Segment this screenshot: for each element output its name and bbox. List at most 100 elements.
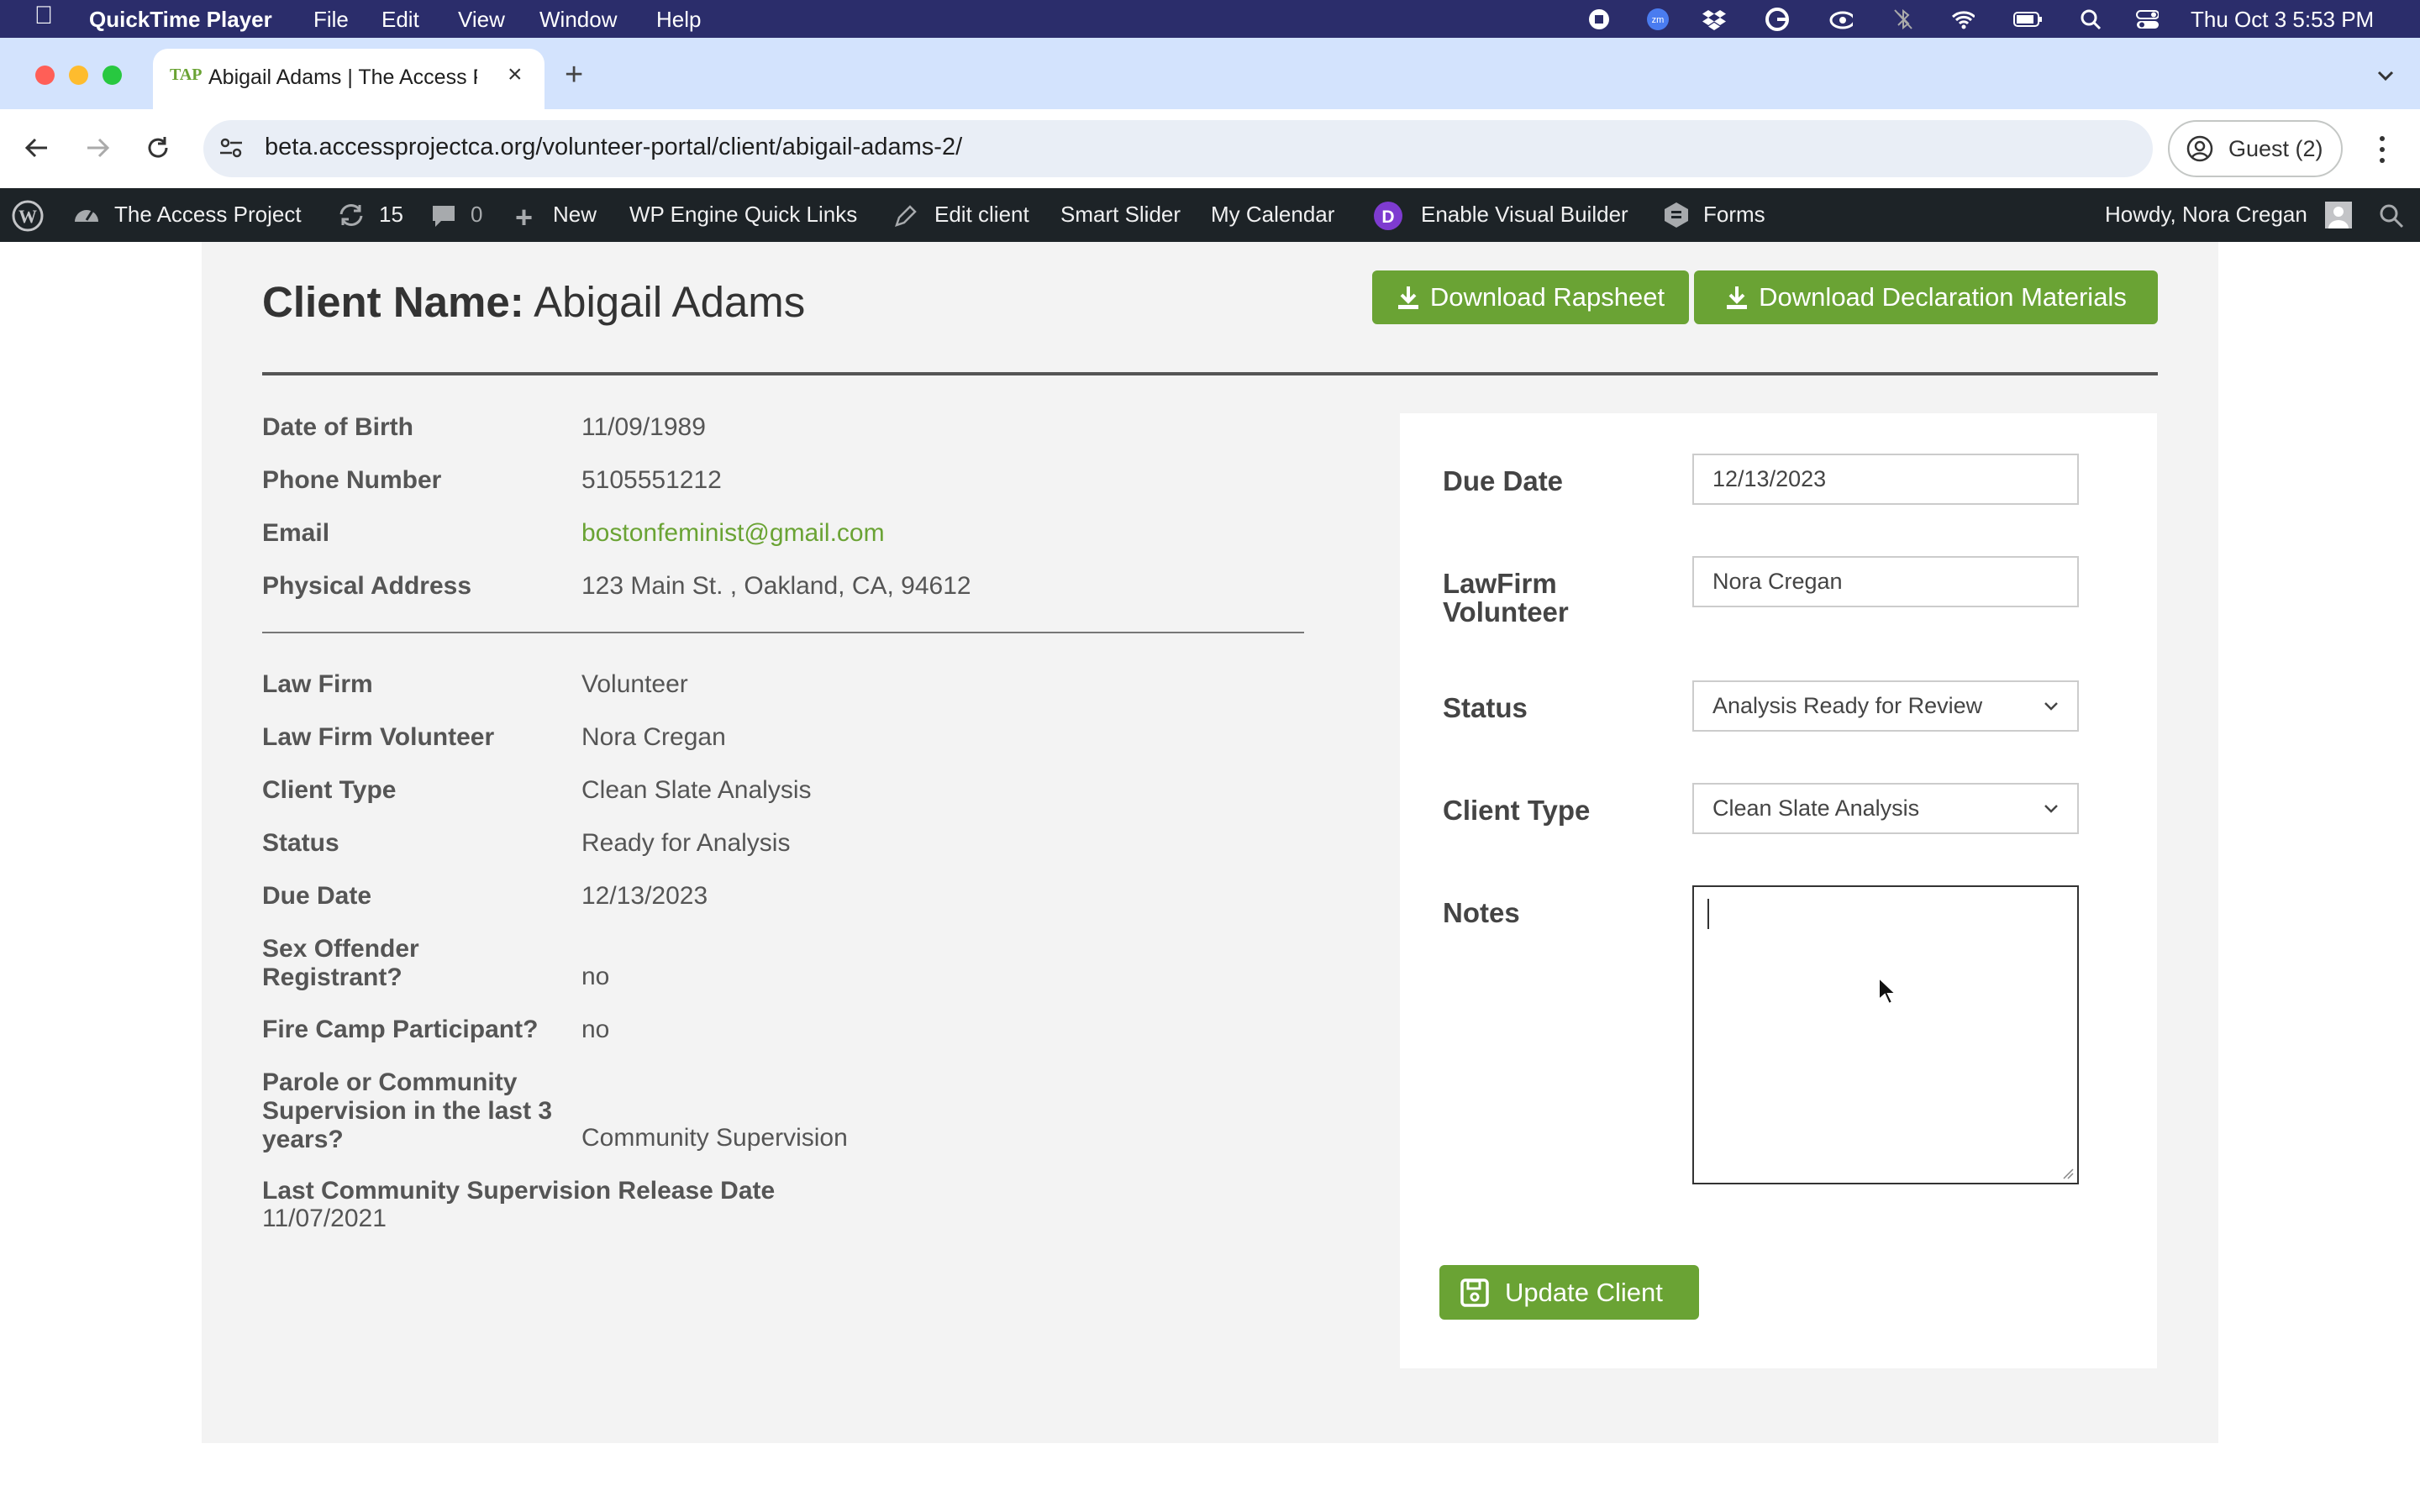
back-arrow-icon[interactable] xyxy=(24,134,50,165)
dashboard-icon[interactable] xyxy=(72,202,101,233)
case-label: Due Date xyxy=(262,882,372,910)
wp-site-name[interactable]: The Access Project xyxy=(114,202,302,228)
new-tab-icon[interactable]: + xyxy=(565,57,583,93)
client-type-label: Client Type xyxy=(1443,795,1591,826)
case-label: Law Firm Volunteer xyxy=(262,723,495,751)
download-declaration-button[interactable]: Download Declaration Materials xyxy=(1694,270,2158,324)
dropbox-icon[interactable] xyxy=(1702,8,1726,31)
forms-icon[interactable] xyxy=(1662,201,1691,235)
menu-edit[interactable]: Edit xyxy=(381,7,419,33)
due-date-value: 12/13/2023 xyxy=(581,882,708,910)
status-selected: Analysis Ready for Review xyxy=(1712,693,1983,718)
wp-search-icon[interactable] xyxy=(2379,203,2404,234)
tab-search-chevron-icon[interactable] xyxy=(2368,59,2403,92)
macos-menubar:  QuickTime Player File Edit View Window… xyxy=(0,0,2420,38)
menu-window[interactable]: Window xyxy=(539,7,617,33)
wp-my-calendar[interactable]: My Calendar xyxy=(1211,202,1334,228)
address-value: 123 Main St. , Oakland, CA, 94612 xyxy=(581,572,971,600)
battery-icon[interactable] xyxy=(2013,8,2044,31)
edit-pencil-icon[interactable] xyxy=(893,203,918,234)
supervision-value: Community Supervision xyxy=(581,1124,848,1152)
client-heading: Client Name: Abigail Adams xyxy=(262,277,805,327)
download-icon xyxy=(1727,286,1748,309)
menu-file[interactable]: File xyxy=(313,7,349,33)
due-date-input[interactable]: 12/13/2023 xyxy=(1692,454,2079,505)
detail-label: Email xyxy=(262,519,330,547)
wp-new-menu[interactable]: New xyxy=(553,202,597,228)
header-divider xyxy=(262,372,2158,375)
user-avatar[interactable] xyxy=(2325,202,2352,228)
menubar-clock[interactable]: Thu Oct 3 5:53 PM xyxy=(2191,7,2374,33)
chevron-down-icon xyxy=(2044,804,2058,813)
comments-count[interactable]: 0 xyxy=(471,202,482,228)
wp-forms[interactable]: Forms xyxy=(1703,202,1765,228)
browser-menu-kebab-icon[interactable] xyxy=(2370,133,2395,166)
grammarly-icon[interactable] xyxy=(1765,8,1789,31)
control-center-icon[interactable] xyxy=(2135,8,2159,31)
case-label: Law Firm xyxy=(262,670,373,698)
case-label: Parole or Community Supervision in the l… xyxy=(262,1068,553,1153)
wifi-icon[interactable] xyxy=(1951,8,1975,31)
spotlight-search-icon[interactable] xyxy=(2079,8,2102,31)
wp-edit-client[interactable]: Edit client xyxy=(934,202,1029,228)
screen-record-icon[interactable] xyxy=(1587,8,1611,31)
new-plus-icon[interactable]: + xyxy=(515,200,533,235)
mouse-pointer-icon xyxy=(1878,976,1897,1005)
tab-title: Abigail Adams | The Access P xyxy=(208,66,477,89)
status-value: Ready for Analysis xyxy=(581,829,791,857)
email-link[interactable]: bostonfeminist@gmail.com xyxy=(581,519,885,548)
divi-logo-icon[interactable]: D xyxy=(1373,201,1403,237)
forward-arrow-icon[interactable] xyxy=(84,134,111,165)
client-type-select[interactable]: Clean Slate Analysis xyxy=(1692,783,2079,834)
bluetooth-off-icon[interactable] xyxy=(1891,8,1915,31)
tab-close-icon[interactable]: × xyxy=(508,60,523,89)
save-floppy-icon xyxy=(1460,1278,1489,1307)
volunteer-value: Nora Cregan xyxy=(581,723,726,751)
case-label: Fire Camp Participant? xyxy=(262,1016,539,1043)
download-rapsheet-button[interactable]: Download Rapsheet xyxy=(1372,270,1689,324)
wordpress-logo-icon[interactable]: W xyxy=(12,200,44,238)
apple-icon[interactable]:  xyxy=(32,2,55,29)
comments-icon[interactable] xyxy=(430,203,457,234)
creative-cloud-icon[interactable] xyxy=(1829,8,1853,31)
notes-label: Notes xyxy=(1443,897,1520,928)
profile-guest-button[interactable]: Guest (2) xyxy=(2168,120,2343,177)
status-select[interactable]: Analysis Ready for Review xyxy=(1692,680,2079,732)
zoom-icon[interactable]: zm xyxy=(1646,8,1670,31)
menu-help[interactable]: Help xyxy=(656,7,701,33)
svg-text:W: W xyxy=(18,206,37,227)
zoom-window-button[interactable] xyxy=(103,66,122,85)
menu-app-name[interactable]: QuickTime Player xyxy=(89,7,272,33)
updates-count[interactable]: 15 xyxy=(379,202,403,228)
wp-howdy-user[interactable]: Howdy, Nora Cregan xyxy=(2105,202,2307,228)
site-info-icon[interactable] xyxy=(218,135,244,165)
client-name-label: Client Name: xyxy=(262,278,524,326)
address-bar[interactable]: beta.accessprojectca.org/volunteer-porta… xyxy=(203,120,2153,177)
reload-icon[interactable] xyxy=(145,134,171,165)
volunteer-label: LawFirm Volunteer xyxy=(1443,568,1569,627)
volunteer-input[interactable]: Nora Cregan xyxy=(1692,556,2079,607)
resize-handle-icon[interactable] xyxy=(2062,1168,2074,1179)
browser-tab-active[interactable]: TAP Abigail Adams | The Access P × xyxy=(153,49,544,109)
minimize-window-button[interactable] xyxy=(69,66,88,85)
menu-view[interactable]: View xyxy=(458,7,505,33)
url-text[interactable]: beta.accessprojectca.org/volunteer-porta… xyxy=(265,134,962,161)
close-window-button[interactable] xyxy=(35,66,55,85)
sex-offender-value: no xyxy=(581,963,610,990)
profile-icon xyxy=(2186,135,2213,166)
update-client-button[interactable]: Update Client xyxy=(1439,1265,1699,1320)
wp-admin-bar: W The Access Project 15 0 + New WP Engin… xyxy=(0,188,2420,242)
wp-engine-quick-links[interactable]: WP Engine Quick Links xyxy=(629,202,857,228)
svg-text:zm: zm xyxy=(1652,15,1665,25)
phone-value: 5105551212 xyxy=(581,466,722,494)
wp-smart-slider[interactable]: Smart Slider xyxy=(1060,202,1181,228)
client-type-selected: Clean Slate Analysis xyxy=(1712,795,1920,821)
update-client-label: Update Client xyxy=(1505,1277,1663,1307)
download-icon xyxy=(1397,286,1418,309)
download-rapsheet-label: Download Rapsheet xyxy=(1429,282,1665,312)
updates-icon[interactable] xyxy=(337,202,366,234)
notes-textarea[interactable] xyxy=(1692,885,2079,1184)
detail-label: Physical Address xyxy=(262,572,472,600)
case-label: Status xyxy=(262,829,339,857)
wp-enable-visual-builder[interactable]: Enable Visual Builder xyxy=(1421,202,1628,228)
